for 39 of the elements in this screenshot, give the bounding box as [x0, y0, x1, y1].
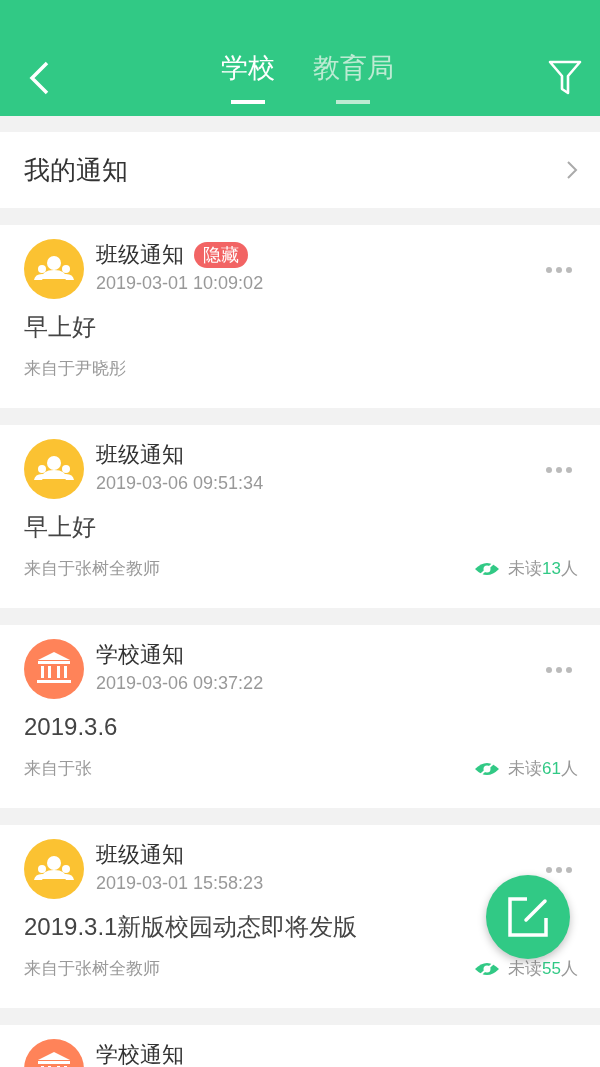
tab[interactable]: 教育局 [312, 28, 394, 118]
notice-content: 2019.3.1新版校园动态即将发版 [24, 912, 358, 942]
tab[interactable]: 学校 [220, 28, 275, 118]
notice-title: 学校通知 [96, 1041, 184, 1067]
notice-title: 班级通知 [96, 441, 184, 469]
more-icon[interactable] [546, 267, 572, 273]
notice-time: 2019-03-06 09:37:22 [96, 672, 264, 695]
notice-content: 早上好 [24, 312, 96, 342]
people-icon [24, 839, 84, 899]
notice-time: 2019-03-06 09:51:34 [96, 472, 264, 495]
notice-title: 学校通知 [96, 641, 184, 669]
sender-text: 来自于张 [24, 758, 92, 780]
sender-text: 来自于尹晓彤 [24, 358, 126, 380]
notice-title: 班级通知 [96, 841, 184, 869]
hidden-tag: 隐藏 [194, 242, 248, 268]
notice-content: 早上好 [24, 512, 96, 542]
unread-count: 未读13人 [508, 558, 578, 580]
filter-icon[interactable] [548, 60, 582, 96]
edit-icon [507, 896, 549, 938]
chevron-right-icon [567, 161, 578, 179]
sender-text: 来自于张树全教师 [24, 558, 160, 580]
notice-time: 2019-03-01 10:09:02 [96, 272, 264, 295]
more-icon[interactable] [546, 467, 572, 473]
notice-title: 班级通知 [96, 241, 184, 269]
notice-content: 2019.3.6 [24, 712, 118, 742]
more-icon[interactable] [546, 667, 572, 673]
my-notices-link[interactable]: 我的通知 [24, 152, 128, 188]
eye-slash-icon [474, 960, 501, 977]
people-icon [24, 439, 84, 499]
back-icon[interactable] [28, 61, 50, 95]
unread-count: 未读55人 [508, 958, 578, 980]
unread-count: 未读61人 [508, 758, 578, 780]
eye-slash-icon [474, 760, 501, 777]
more-icon[interactable] [546, 867, 572, 873]
building-icon [24, 639, 84, 699]
sender-text: 来自于张树全教师 [24, 958, 160, 980]
notice-time: 2019-03-01 15:58:23 [96, 872, 264, 895]
eye-slash-icon [474, 560, 501, 577]
people-icon [24, 239, 84, 299]
